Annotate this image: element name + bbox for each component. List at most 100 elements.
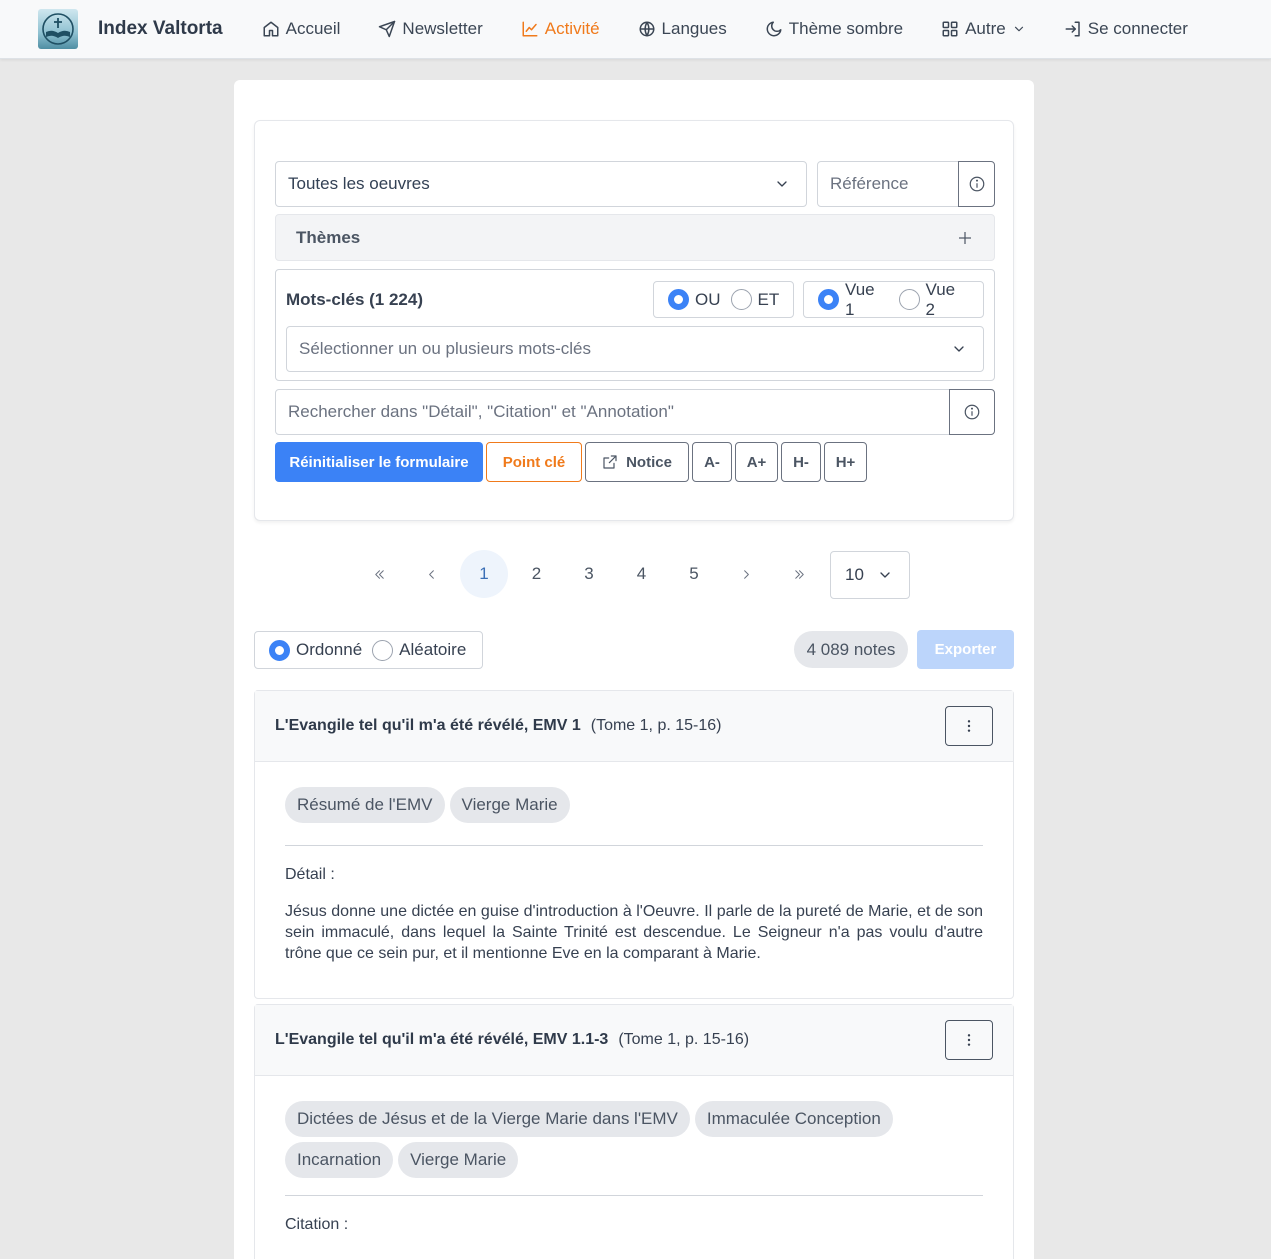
keypoint-label: Point clé — [502, 453, 566, 471]
first-page-button[interactable] — [355, 550, 403, 598]
view-radio-group: Vue 1 Vue 2 — [803, 279, 984, 319]
keypoint-button[interactable]: Point clé — [486, 442, 582, 482]
notice-button[interactable]: Notice — [585, 442, 689, 482]
nav-newsletter-label: Newsletter — [402, 19, 483, 38]
nav-theme-sombre[interactable]: Thème sombre — [765, 19, 903, 39]
chevron-right-icon — [744, 569, 749, 579]
detail-text: Jésus donne une dictée en guise d'introd… — [285, 903, 983, 962]
chevrons-right-icon — [794, 569, 804, 579]
tag-chip[interactable]: Dictées de Jésus et de la Vierge Marie d… — [285, 1101, 690, 1137]
keywords-placeholder: Sélectionner un ou plusieurs mots-clés — [299, 339, 591, 358]
keywords-select[interactable]: Sélectionner un ou plusieurs mots-clés — [286, 326, 984, 372]
per-page-value: 10 — [845, 565, 864, 584]
radio-view2-label: Vue 2 — [925, 279, 956, 319]
reset-form-label: Réinitialiser le formulaire — [289, 453, 469, 471]
font-decrease-label: A- — [704, 453, 720, 471]
works-select[interactable]: Toutes les oeuvres — [275, 161, 807, 207]
globe-icon — [639, 21, 655, 37]
home-icon — [263, 21, 279, 37]
info-icon — [964, 404, 980, 420]
fulltext-search-input[interactable]: Rechercher dans "Détail", "Citation" et … — [275, 389, 950, 435]
note-title: L'Evangile tel qu'il m'a été révélé, EMV… — [275, 1031, 609, 1048]
height-decrease-label: H- — [793, 453, 809, 471]
page-3[interactable]: 3 — [565, 550, 613, 598]
note-menu-button[interactable] — [945, 1020, 993, 1060]
radio-or[interactable] — [668, 289, 689, 310]
reference-placeholder: Référence — [830, 174, 909, 193]
note-tags: Résumé de l'EMV Vierge Marie — [285, 787, 983, 828]
reference-info-button[interactable] — [958, 161, 995, 207]
chevron-down-icon — [954, 346, 964, 352]
nav-newsletter[interactable]: Newsletter — [378, 19, 483, 39]
brand-name: Index Valtorta — [98, 18, 223, 39]
external-link-icon — [603, 455, 617, 469]
radio-view1[interactable] — [818, 289, 839, 310]
page-4[interactable]: 4 — [618, 550, 666, 598]
nav-autre[interactable]: Autre — [941, 19, 1026, 39]
export-button[interactable]: Exporter — [917, 630, 1014, 669]
nav-login-label: Se connecter — [1087, 19, 1188, 38]
nav-langues[interactable]: Langues — [638, 19, 727, 39]
note-title: L'Evangile tel qu'il m'a été révélé, EMV… — [275, 717, 581, 734]
divider — [285, 1195, 983, 1196]
font-increase-button[interactable]: A+ — [735, 442, 778, 482]
keywords-title: Mots-clés (1 224) — [286, 290, 423, 309]
kebab-menu-icon — [967, 1034, 971, 1046]
logo — [38, 9, 78, 49]
height-increase-button[interactable]: H+ — [824, 442, 867, 482]
works-select-value: Toutes les oeuvres — [288, 174, 430, 193]
moon-icon — [766, 21, 782, 37]
note-reference: (Tome 1, p. 15-16) — [590, 717, 722, 734]
note-header: L'Evangile tel qu'il m'a été révélé, EMV… — [255, 691, 1013, 762]
height-decrease-button[interactable]: H- — [781, 442, 821, 482]
nav-theme-label: Thème sombre — [788, 19, 904, 38]
next-page-button[interactable] — [723, 550, 771, 598]
login-icon — [1065, 21, 1080, 37]
radio-or-label: OU — [695, 289, 721, 309]
notes-count-badge: 4 089 notes — [794, 631, 908, 668]
page-1[interactable]: 1 — [460, 550, 508, 598]
search-info-button[interactable] — [949, 389, 995, 435]
search-form: Toutes les oeuvres Référence Thèmes Mots… — [254, 120, 1014, 521]
tag-chip[interactable]: Résumé de l'EMV — [285, 787, 445, 823]
nav-se-connecter[interactable]: Se connecter — [1064, 19, 1188, 39]
radio-random-label: Aléatoire — [399, 640, 467, 659]
reference-input[interactable]: Référence — [817, 161, 959, 207]
reset-form-button[interactable]: Réinitialiser le formulaire — [275, 442, 483, 482]
info-icon — [969, 176, 984, 192]
nav-activite[interactable]: Activité — [521, 19, 600, 39]
order-radio-group: Ordonné Aléatoire — [254, 631, 483, 669]
last-page-button[interactable] — [775, 550, 823, 598]
page-5[interactable]: 5 — [670, 550, 718, 598]
per-page-select[interactable]: 10 — [830, 551, 910, 599]
page-2[interactable]: 2 — [513, 550, 561, 598]
kebab-menu-icon — [967, 720, 971, 732]
book-cross-icon — [42, 13, 74, 45]
radio-ordered-label: Ordonné — [296, 640, 363, 659]
prev-page-button[interactable] — [408, 550, 456, 598]
chevron-down-icon — [777, 181, 787, 187]
radio-random[interactable] — [372, 639, 394, 661]
radio-and[interactable] — [730, 289, 752, 310]
divider — [285, 845, 983, 846]
font-decrease-button[interactable]: A- — [692, 442, 732, 482]
notice-label: Notice — [626, 453, 672, 471]
themes-accordion[interactable]: Thèmes — [275, 214, 995, 261]
radio-view1-label: Vue 1 — [845, 279, 875, 319]
plus-icon — [959, 231, 971, 244]
nav-activite-label: Activité — [544, 19, 600, 38]
tag-chip[interactable]: Vierge Marie — [398, 1142, 519, 1178]
note-tags: Dictées de Jésus et de la Vierge Marie d… — [285, 1101, 983, 1183]
themes-label: Thèmes — [296, 227, 361, 247]
brand[interactable]: Index Valtorta — [38, 9, 223, 49]
tag-chip[interactable]: Immaculée Conception — [694, 1101, 893, 1137]
radio-ordered[interactable] — [269, 639, 290, 661]
tag-chip[interactable]: Incarnation — [285, 1142, 394, 1178]
note-menu-button[interactable] — [945, 706, 993, 746]
radio-and-label: ET — [757, 289, 780, 309]
note-card: L'Evangile tel qu'il m'a été révélé, EMV… — [254, 690, 1014, 999]
nav-accueil[interactable]: Accueil — [262, 19, 340, 39]
radio-view2[interactable] — [898, 289, 920, 310]
font-increase-label: A+ — [746, 453, 767, 471]
tag-chip[interactable]: Vierge Marie — [449, 787, 570, 823]
